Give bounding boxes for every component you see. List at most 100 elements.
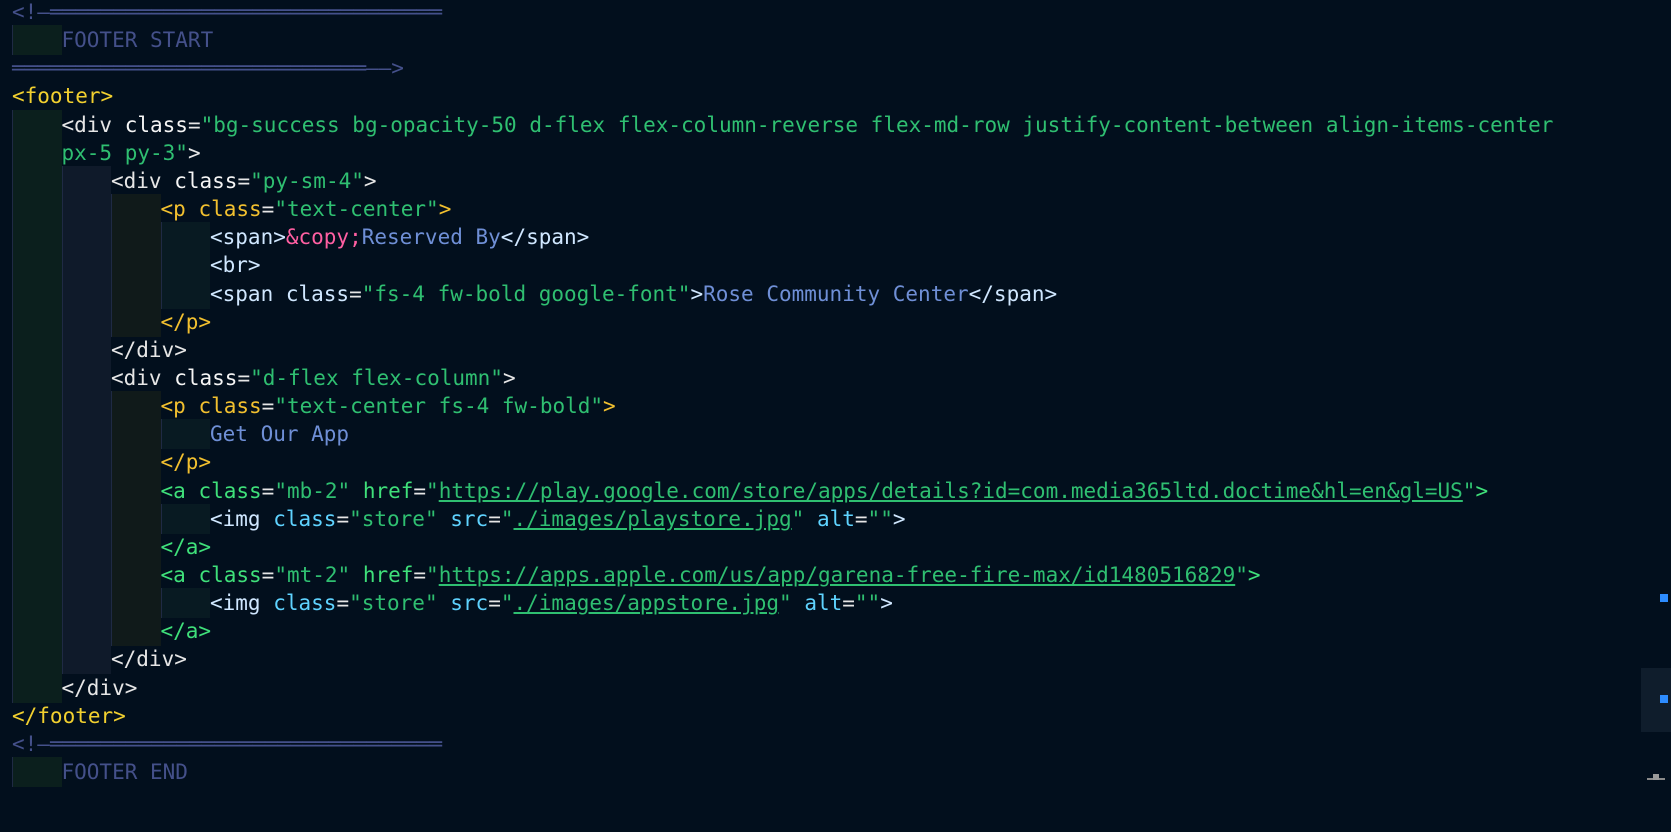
indent-guide: [61, 447, 63, 478]
indent-guide: [12, 672, 13, 703]
code-token: <br>: [210, 253, 261, 278]
code-line[interactable]: </div>: [0, 644, 1540, 675]
code-token: =: [336, 506, 350, 531]
indent-guide: [12, 419, 13, 450]
code-line-content: <!—═══════════════════════════════: [12, 729, 442, 759]
code-line[interactable]: ════════════════════════════——>: [0, 53, 1540, 83]
indent-guide-band: [12, 503, 62, 534]
code-line[interactable]: </footer>: [0, 701, 1540, 731]
code-line[interactable]: </a>: [0, 616, 1540, 647]
code-line-content: FOOTER START: [62, 25, 214, 55]
indent-guide: [12, 165, 13, 196]
code-token: class: [174, 365, 238, 390]
code-line[interactable]: <br>: [0, 250, 1540, 281]
indent-guide: [61, 222, 63, 253]
code-token: <img: [210, 591, 274, 616]
indent-guide: [160, 588, 162, 619]
indent-guide: [111, 222, 112, 253]
code-token: Get Our App: [210, 422, 350, 447]
indent-guide: [61, 165, 63, 196]
indent-guide: [160, 503, 162, 534]
indent-guide-band: [111, 475, 161, 506]
code-line[interactable]: <footer>: [0, 81, 1540, 111]
code-line-content: <p class="text-center">: [161, 194, 452, 224]
indent-guide-band: [61, 503, 111, 534]
code-token: ═══════════════════════════════: [49, 0, 442, 24]
code-line[interactable]: Get Our App: [0, 419, 1540, 450]
code-token: <p: [160, 394, 199, 419]
code-line-content: <a class="mt-2" href="https://apps.apple…: [161, 560, 1261, 590]
code-line[interactable]: <!—═══════════════════════════════: [0, 0, 1540, 27]
indent-guide-band: [12, 109, 62, 140]
code-line[interactable]: </a>: [0, 531, 1540, 562]
indent-guide-band: [61, 306, 111, 337]
indent-guide: [61, 362, 63, 393]
indent-guide-band: [61, 588, 111, 619]
code-line[interactable]: <img class="store" src="./images/playsto…: [0, 503, 1540, 534]
code-token: =: [261, 563, 275, 587]
code-line[interactable]: px-5 py-3">: [0, 137, 1540, 168]
code-line[interactable]: <a class="mb-2" href="https://play.googl…: [0, 475, 1540, 506]
code-token: class: [198, 394, 262, 419]
indent-guide-band: [61, 222, 111, 253]
code-line[interactable]: <div class="py-sm-4">: [0, 165, 1540, 196]
indent-guide: [12, 644, 13, 675]
code-editor[interactable]: <!—═══════════════════════════════ FOOTER…: [0, 0, 1671, 832]
indent-guide-band: [61, 531, 111, 562]
code-line[interactable]: </div>: [0, 334, 1540, 365]
indent-guide: [111, 616, 112, 647]
code-line[interactable]: FOOTER END: [0, 757, 1540, 788]
code-token: Reserved By: [361, 225, 501, 250]
indent-guide: [160, 250, 162, 281]
indent-guide-band: [61, 362, 111, 393]
indent-guide-band: [61, 560, 111, 590]
code-token: </span>: [500, 225, 590, 250]
code-line[interactable]: <span>&copy;Reserved By</span>: [0, 222, 1540, 253]
code-token: class: [198, 478, 262, 503]
code-token: >: [892, 506, 906, 531]
code-line[interactable]: </p>: [0, 447, 1540, 478]
code-token: class: [198, 197, 262, 222]
indent-guide: [111, 391, 112, 422]
code-token: </p>: [160, 309, 212, 334]
code-token: ": [426, 478, 439, 503]
code-line-content: </footer>: [12, 701, 126, 731]
indent-guide: [111, 588, 112, 619]
indent-guide: [111, 194, 112, 225]
code-line[interactable]: <p class="text-center">: [0, 194, 1540, 225]
code-line[interactable]: <div class="bg-success bg-opacity-50 d-f…: [0, 109, 1553, 140]
code-line[interactable]: <p class="text-center fs-4 fw-bold">: [0, 391, 1540, 422]
indent-guide-band: [61, 419, 111, 450]
code-token: <!—: [12, 731, 50, 756]
code-token: =: [261, 394, 275, 419]
indent-guide: [12, 25, 13, 56]
indent-guide: [160, 222, 162, 253]
code-line[interactable]: <!—═══════════════════════════════: [0, 729, 1540, 759]
indent-guide: [61, 306, 63, 337]
indent-guide-band: [61, 334, 111, 365]
code-line[interactable]: <img class="store" src="./images/appstor…: [0, 588, 1540, 619]
indent-guide: [160, 419, 162, 450]
code-line-content: </p>: [161, 447, 212, 477]
indent-guide-band: [61, 616, 111, 647]
code-line[interactable]: FOOTER START: [0, 25, 1540, 56]
indent-guide-band: [12, 165, 62, 196]
code-token: <div: [61, 112, 125, 137]
indent-guide: [61, 616, 63, 647]
indent-guide: [61, 588, 63, 619]
indent-guide-band: [12, 391, 62, 422]
code-token: href: [350, 478, 414, 503]
code-line[interactable]: </p>: [0, 306, 1540, 337]
code-token: ": [791, 506, 805, 531]
code-token: ": [500, 591, 514, 616]
code-line[interactable]: <span class="fs-4 fw-bold google-font">R…: [0, 278, 1540, 309]
code-line[interactable]: <div class="d-flex flex-column">: [0, 362, 1540, 393]
indent-guide-band: [12, 644, 62, 675]
code-line[interactable]: </div>: [0, 672, 1540, 703]
code-line[interactable]: <a class="mt-2" href="https://apps.apple…: [0, 560, 1540, 590]
code-token: ": [500, 506, 514, 531]
code-line-content: px-5 py-3">: [62, 138, 201, 168]
indent-guide: [12, 503, 13, 534]
indent-guide: [61, 391, 63, 422]
code-token: ": [426, 563, 439, 587]
